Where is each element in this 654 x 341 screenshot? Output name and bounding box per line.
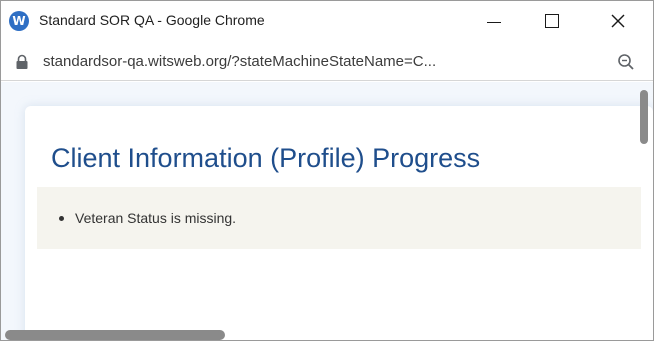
- lock-icon[interactable]: [15, 54, 29, 70]
- close-button[interactable]: [595, 1, 641, 41]
- horizontal-scrollbar-thumb[interactable]: [5, 330, 225, 340]
- minimize-icon: [487, 21, 501, 23]
- minimize-button[interactable]: [471, 1, 517, 41]
- maximize-button[interactable]: [529, 1, 575, 41]
- window-title: Standard SOR QA - Google Chrome: [39, 12, 265, 28]
- page-title: Client Information (Profile) Progress: [51, 143, 481, 173]
- browser-window: W Standard SOR QA - Google Chrome standa…: [0, 0, 654, 341]
- bullet-icon: [59, 215, 64, 221]
- page-content: Client Information (Profile) Progress Ve…: [1, 82, 653, 340]
- app-icon-letter: W: [12, 14, 26, 28]
- message-panel: Veteran Status is missing.: [37, 187, 641, 249]
- zoom-icon[interactable]: [617, 53, 635, 71]
- wits-app-icon: W: [9, 11, 29, 31]
- close-icon: [611, 14, 625, 28]
- list-item: Veteran Status is missing.: [59, 210, 236, 226]
- url-text[interactable]: standardsor-qa.witsweb.org/?stateMachine…: [43, 53, 603, 70]
- address-bar[interactable]: standardsor-qa.witsweb.org/?stateMachine…: [1, 41, 653, 81]
- progress-card: Client Information (Profile) Progress Ve…: [25, 106, 653, 340]
- vertical-scrollbar-thumb[interactable]: [640, 90, 648, 144]
- title-bar[interactable]: W Standard SOR QA - Google Chrome: [1, 1, 653, 41]
- message-text: Veteran Status is missing.: [75, 210, 237, 226]
- maximize-icon: [545, 14, 559, 28]
